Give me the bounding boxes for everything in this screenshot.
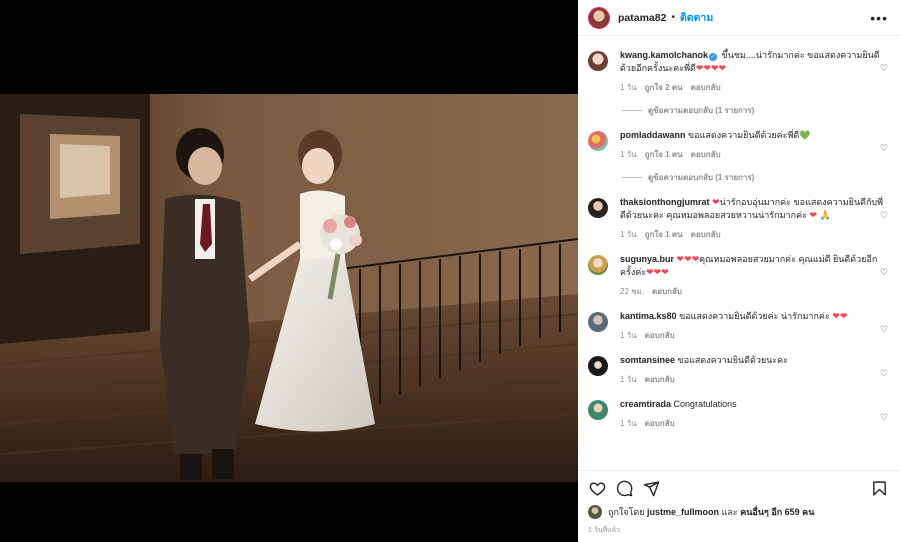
commenter-avatar[interactable] <box>588 400 608 420</box>
comment-body: somtansinee ขอแสดงความยินดีด้วยนะคะ 1 วั… <box>620 354 888 386</box>
owner-avatar[interactable] <box>588 6 610 29</box>
view-replies-button[interactable]: ดูข้อความตอบกลับ (1 รายการ) <box>622 171 888 184</box>
post-timestamp[interactable]: 1 วันที่แล้ว <box>588 525 620 536</box>
comment-username[interactable]: somtansinee <box>620 355 675 365</box>
comment-time[interactable]: 1 วัน <box>620 228 637 241</box>
comment-username[interactable]: thaksionthongjumrat <box>620 197 710 207</box>
bookmark-icon[interactable] <box>870 480 888 498</box>
like-heart-icon[interactable]: ♡ <box>880 143 888 154</box>
like-heart-icon[interactable]: ♡ <box>880 210 888 221</box>
comment-text: ขอแสดงความยินดีด้วยค่ะ น่ารักมากค่ะ <box>679 311 830 321</box>
reply-button[interactable]: ตอบกลับ <box>691 81 721 94</box>
commenter-avatar[interactable] <box>588 51 608 71</box>
comment-text: ขอแสดงความยินดีด้วยนะคะ <box>677 355 788 365</box>
like-heart-icon[interactable]: ♡ <box>880 267 888 278</box>
comment-meta: 1 วัน ตอบกลับ <box>620 373 888 386</box>
comment-username[interactable]: sugunya.bur <box>620 254 674 264</box>
post-side-panel: patama82 • ติดตาม ••• kwang.kamolchanok ✓… <box>578 0 900 542</box>
replies-divider <box>622 110 642 111</box>
post-photo[interactable] <box>0 94 578 482</box>
comment-text: ขอแสดงความยินดีด้วยค่ะพี่ดี <box>688 130 800 140</box>
comment-time[interactable]: 1 วัน <box>620 373 637 386</box>
comment-emoji-prefix: ❤ <box>712 197 720 207</box>
comment-time[interactable]: 1 วัน <box>620 148 637 161</box>
like-heart-icon[interactable]: ♡ <box>880 412 888 423</box>
comment-item: somtansinee ขอแสดงความยินดีด้วยนะคะ 1 วั… <box>588 354 890 386</box>
like-heart-icon[interactable]: ♡ <box>880 324 888 335</box>
comment-item: kantima.ks80 ขอแสดงความยินดีด้วยค่ะ น่าร… <box>588 310 890 342</box>
comment-body: thaksionthongjumrat ❤น่ารักอบอุ่นมากค่ะ … <box>620 196 888 241</box>
post-header: patama82 • ติดตาม ••• <box>578 0 900 36</box>
comment-icon[interactable] <box>615 480 633 498</box>
view-replies-label: ดูข้อความตอบกลับ (1 รายการ) <box>648 106 755 115</box>
comment-meta: 1 วัน ตอบกลับ <box>620 329 888 342</box>
comment-meta: 22 ชม. ตอบกลับ <box>620 285 888 298</box>
commenter-avatar[interactable] <box>588 312 608 332</box>
header-separator: • <box>671 12 675 23</box>
commenter-avatar[interactable] <box>588 198 608 218</box>
comments-list[interactable]: kwang.kamolchanok ✓ ขึ้นชม....น่ารักมากค่… <box>578 37 900 463</box>
view-replies-label: ดูข้อความตอบกลับ (1 รายการ) <box>648 173 755 182</box>
reply-button[interactable]: ตอบกลับ <box>652 285 682 298</box>
comment-username[interactable]: kwang.kamolchanok <box>620 50 708 60</box>
comment-time[interactable]: 1 วัน <box>620 81 637 94</box>
comment-emoji: ❤❤❤❤ <box>695 63 727 73</box>
comment-time[interactable]: 22 ชม. <box>620 285 644 298</box>
likes-summary: ถูกใจโดย justme_fullmoon และ คนอื่นๆ อีก… <box>588 505 814 519</box>
like-heart-icon[interactable]: ♡ <box>880 63 888 74</box>
comment-meta: 1 วัน ถูกใจ 2 คน ตอบกลับ <box>620 81 888 94</box>
comment-body: sugunya.bur ❤❤❤คุณหมอพลอยสวยมากค่ะ คุณแม… <box>620 253 888 298</box>
heart-icon[interactable] <box>588 480 606 498</box>
comment-item: sugunya.bur ❤❤❤คุณหมอพลอยสวยมากค่ะ คุณแม… <box>588 253 890 298</box>
replies-divider <box>622 177 642 178</box>
comment-meta: 1 วัน ตอบกลับ <box>620 417 888 430</box>
comment-item: kwang.kamolchanok ✓ ขึ้นชม....น่ารักมากค่… <box>588 49 890 117</box>
comment-body: creamtirada Congratulations 1 วัน ตอบกลั… <box>620 398 888 430</box>
comment-meta: 1 วัน ถูกใจ 1 คน ตอบกลับ <box>620 228 888 241</box>
like-heart-icon[interactable]: ♡ <box>880 368 888 379</box>
comment-emoji: ❤❤❤ <box>646 267 669 277</box>
more-options-icon[interactable]: ••• <box>870 11 888 25</box>
comment-likes-count[interactable]: ถูกใจ 1 คน <box>645 228 683 241</box>
view-replies-button[interactable]: ดูข้อความตอบกลับ (1 รายการ) <box>622 104 888 117</box>
owner-username[interactable]: patama82 <box>618 12 666 24</box>
comment-username[interactable]: pomladdawann <box>620 130 686 140</box>
comment-time[interactable]: 1 วัน <box>620 417 637 430</box>
likes-prefix: ถูกใจโดย <box>608 507 645 517</box>
comment-item: pomladdawann ขอแสดงความยินดีด้วยค่ะพี่ดี… <box>588 129 890 184</box>
comment-emoji-prefix: ❤❤❤ <box>676 254 700 264</box>
comment-body: kantima.ks80 ขอแสดงความยินดีด้วยค่ะ น่าร… <box>620 310 888 342</box>
liker-username[interactable]: justme_fullmoon <box>647 507 719 517</box>
comment-text: Congratulations <box>673 399 737 409</box>
commenter-avatar[interactable] <box>588 131 608 151</box>
follow-button[interactable]: ติดตาม <box>680 9 713 26</box>
reply-button[interactable]: ตอบกลับ <box>645 373 675 386</box>
liker-avatar[interactable] <box>588 505 602 519</box>
verified-badge-icon: ✓ <box>709 53 718 61</box>
comment-item: thaksionthongjumrat ❤น่ารักอบอุ่นมากค่ะ … <box>588 196 890 241</box>
comment-item: creamtirada Congratulations 1 วัน ตอบกลั… <box>588 398 890 430</box>
commenter-avatar[interactable] <box>588 356 608 376</box>
reply-button[interactable]: ตอบกลับ <box>691 228 721 241</box>
reply-button[interactable]: ตอบกลับ <box>645 329 675 342</box>
post-actions-bar <box>578 470 900 500</box>
comment-likes-count[interactable]: ถูกใจ 2 คน <box>645 81 683 94</box>
comment-likes-count[interactable]: ถูกใจ 1 คน <box>645 148 683 161</box>
comment-emoji: ❤❤ <box>832 311 848 321</box>
comment-emoji: 💚 <box>799 130 811 140</box>
commenter-avatar[interactable] <box>588 255 608 275</box>
comment-body: kwang.kamolchanok ✓ ขึ้นชม....น่ารักมากค่… <box>620 49 888 117</box>
comment-username[interactable]: creamtirada <box>620 399 671 409</box>
comment-body: pomladdawann ขอแสดงความยินดีด้วยค่ะพี่ดี… <box>620 129 888 184</box>
comment-username[interactable]: kantima.ks80 <box>620 311 677 321</box>
post-media <box>0 0 578 542</box>
likes-others-link[interactable]: คนอื่นๆ อีก 659 คน <box>740 505 814 519</box>
comment-time[interactable]: 1 วัน <box>620 329 637 342</box>
share-icon[interactable] <box>642 480 660 498</box>
reply-button[interactable]: ตอบกลับ <box>691 148 721 161</box>
comment-meta: 1 วัน ถูกใจ 1 คน ตอบกลับ <box>620 148 888 161</box>
likes-middle: และ <box>721 507 738 517</box>
reply-button[interactable]: ตอบกลับ <box>645 417 675 430</box>
comment-emoji: ❤ 🙏 <box>809 210 831 220</box>
